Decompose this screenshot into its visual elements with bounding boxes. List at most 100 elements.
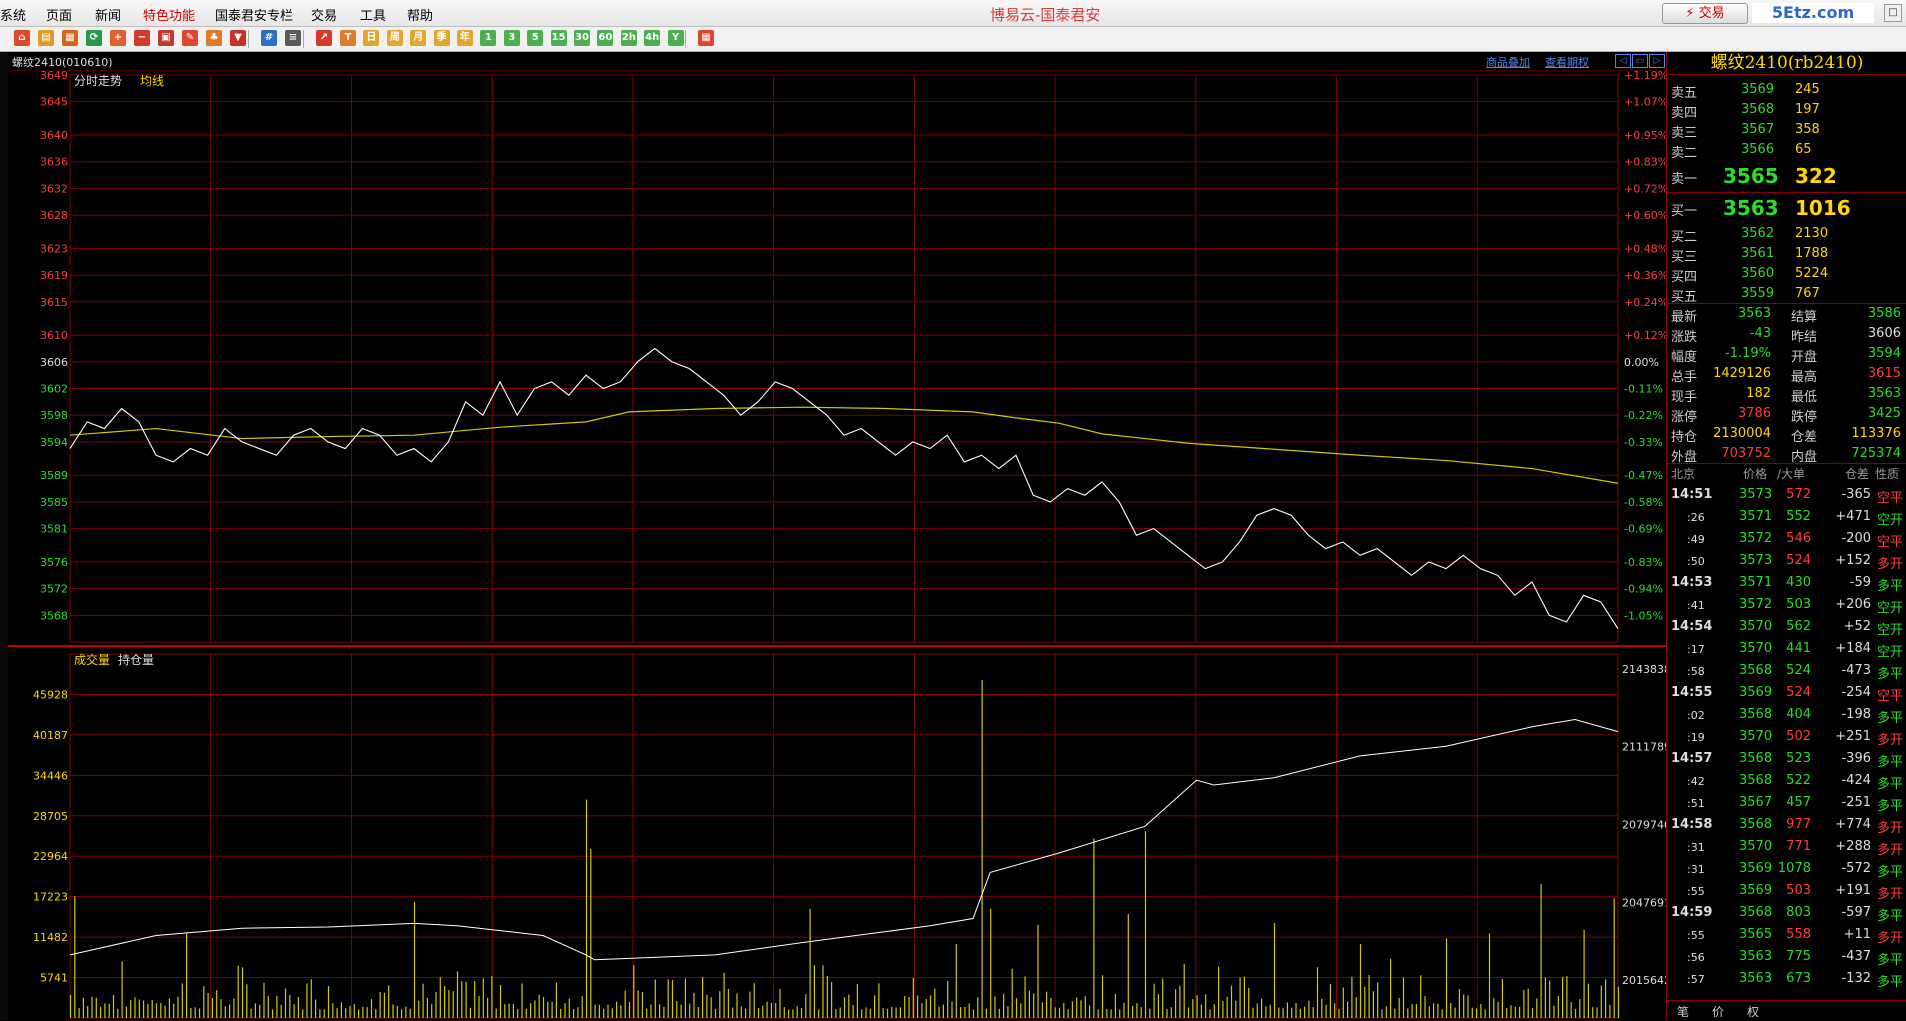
prev-icon[interactable]: ◁ bbox=[1615, 54, 1631, 68]
tick-time: :31 bbox=[1687, 863, 1705, 876]
tab-ticks[interactable]: 笔 bbox=[1677, 1003, 1689, 1020]
book-icon[interactable]: ▤ bbox=[38, 30, 54, 46]
tick-volume: 977 bbox=[1786, 817, 1811, 832]
menu-help[interactable]: 帮助 bbox=[407, 5, 433, 24]
tick-row[interactable]: :19 3570 502 +251 多开 bbox=[1667, 729, 1906, 751]
min30-icon[interactable]: 30 bbox=[574, 30, 590, 46]
tick-row[interactable]: 14:59 3568 803 -597 多平 bbox=[1667, 905, 1906, 927]
min60-icon[interactable]: 60 bbox=[597, 30, 614, 46]
intraday-chart[interactable]: 21:0021:3022:0022:3023:0009:3010:0011:00… bbox=[8, 70, 1666, 1020]
trend-chart-icon[interactable]: ↗ bbox=[316, 30, 332, 46]
home-icon[interactable]: ⌂ bbox=[14, 30, 30, 46]
tick-row[interactable]: :41 3572 503 +206 空开 bbox=[1667, 597, 1906, 619]
menu-news[interactable]: 新闻 bbox=[95, 5, 121, 24]
tick-row[interactable]: :56 3563 775 -437 多平 bbox=[1667, 949, 1906, 971]
price-tick-label: 3615 bbox=[40, 296, 68, 309]
ask-label: 卖五 bbox=[1671, 86, 1698, 101]
ask-row[interactable]: 卖一 3565 322 bbox=[1667, 164, 1906, 188]
tick-row[interactable]: :57 3563 673 -132 多平 bbox=[1667, 971, 1906, 993]
pct-tick-label: +0.72% bbox=[1624, 182, 1666, 195]
tick-row[interactable]: 14:57 3568 523 -396 多平 bbox=[1667, 751, 1906, 773]
tick-nature: 多平 bbox=[1877, 667, 1904, 682]
menu-tools[interactable]: 工具 bbox=[360, 5, 386, 24]
min1-icon[interactable]: 1 bbox=[480, 30, 497, 46]
menu-features[interactable]: 特色功能 bbox=[143, 5, 195, 24]
refresh-icon[interactable]: ⟳ bbox=[86, 30, 102, 46]
tick-row[interactable]: :49 3572 546 -200 空平 bbox=[1667, 531, 1906, 553]
tick-row[interactable]: :51 3567 457 -251 多平 bbox=[1667, 795, 1906, 817]
price-tick-label: 3598 bbox=[40, 409, 68, 422]
ask-volume: 197 bbox=[1795, 102, 1820, 117]
tick-volume: 803 bbox=[1786, 905, 1811, 920]
min3-icon[interactable]: 3 bbox=[503, 30, 520, 46]
tick-row[interactable]: :42 3568 522 -424 多平 bbox=[1667, 773, 1906, 795]
day-icon[interactable]: 日 bbox=[363, 30, 380, 46]
calculator-icon[interactable]: ▦ bbox=[698, 30, 714, 46]
tick-row[interactable]: :26 3571 552 +471 空开 bbox=[1667, 509, 1906, 531]
price-tick-label: 3649 bbox=[40, 70, 68, 82]
zoom-in-icon[interactable]: + bbox=[110, 30, 126, 46]
season-icon[interactable]: 季 bbox=[433, 30, 450, 46]
menu-trade[interactable]: 交易 bbox=[311, 5, 337, 24]
next-icon[interactable]: ▷ bbox=[1649, 54, 1665, 68]
ask-row[interactable]: 卖四 3568 197 bbox=[1667, 102, 1906, 122]
tick-diff: -424 bbox=[1841, 773, 1871, 788]
filter-icon[interactable]: ▼ bbox=[230, 30, 246, 46]
tick-row[interactable]: 14:58 3568 977 +774 多开 bbox=[1667, 817, 1906, 839]
stats-divider bbox=[1667, 303, 1906, 304]
min5-icon[interactable]: 5 bbox=[527, 30, 544, 46]
pencil-icon[interactable]: ✎ bbox=[182, 30, 198, 46]
tick-icon[interactable]: T bbox=[340, 30, 356, 46]
tick-row[interactable]: :58 3568 524 -473 多平 bbox=[1667, 663, 1906, 685]
trade-button[interactable]: ⚡ 交易 bbox=[1662, 3, 1748, 24]
tick-row[interactable]: 14:53 3571 430 -59 多平 bbox=[1667, 575, 1906, 597]
tick-row[interactable]: :50 3573 524 +152 多开 bbox=[1667, 553, 1906, 575]
bid-row[interactable]: 买二 3562 2130 bbox=[1667, 226, 1906, 246]
overlay-commodity-link[interactable]: 商品叠加 bbox=[1486, 54, 1530, 70]
bid-row[interactable]: 买四 3560 5224 bbox=[1667, 266, 1906, 286]
news-icon[interactable]: ▦ bbox=[62, 30, 78, 46]
year-icon[interactable]: 年 bbox=[457, 30, 473, 46]
week-icon[interactable]: 周 bbox=[386, 30, 403, 46]
view-options-link[interactable]: 查看期权 bbox=[1545, 54, 1589, 70]
restore-icon[interactable]: ▭ bbox=[1632, 54, 1648, 68]
tick-row[interactable]: :17 3570 441 +184 空开 bbox=[1667, 641, 1906, 663]
hour4-icon[interactable]: 4h bbox=[644, 30, 661, 46]
ask-row[interactable]: 卖二 3566 65 bbox=[1667, 142, 1906, 162]
tick-row[interactable]: :31 3570 771 +288 多开 bbox=[1667, 839, 1906, 861]
bid-row[interactable]: 买一 3563 1016 bbox=[1667, 196, 1906, 220]
hour2-icon[interactable]: 2h bbox=[620, 30, 637, 46]
maximize-icon[interactable]: □ bbox=[1884, 4, 1902, 22]
tick-row[interactable]: :02 3568 404 -198 多平 bbox=[1667, 707, 1906, 729]
tick-row[interactable]: 14:54 3570 562 +52 空开 bbox=[1667, 619, 1906, 641]
volume-tick-label: 45928 bbox=[33, 688, 68, 701]
menu-page[interactable]: 页面 bbox=[46, 5, 72, 24]
tick-volume: 523 bbox=[1786, 751, 1811, 766]
tick-row[interactable]: 14:51 3573 572 -365 空平 bbox=[1667, 487, 1906, 509]
month-icon[interactable]: 月 bbox=[410, 30, 427, 46]
tick-nature: 多开 bbox=[1877, 843, 1904, 858]
tab-rights[interactable]: 权 bbox=[1747, 1003, 1759, 1020]
tick-row[interactable]: :55 3565 558 +11 多开 bbox=[1667, 927, 1906, 949]
custom-period-icon[interactable]: Y bbox=[667, 30, 684, 46]
zoom-out-icon[interactable]: − bbox=[134, 30, 150, 46]
tick-volume: 572 bbox=[1786, 487, 1811, 502]
window-icon[interactable]: ▣ bbox=[158, 30, 174, 46]
tick-row[interactable]: :55 3569 503 +191 多开 bbox=[1667, 883, 1906, 905]
list-icon[interactable]: ≡ bbox=[285, 30, 301, 46]
menu-gtja-column[interactable]: 国泰君安专栏 bbox=[215, 5, 293, 24]
bid-row[interactable]: 买三 3561 1788 bbox=[1667, 246, 1906, 266]
tick-row[interactable]: 14:55 3569 524 -254 空平 bbox=[1667, 685, 1906, 707]
tab-price[interactable]: 价 bbox=[1712, 1003, 1724, 1020]
ask-row[interactable]: 卖五 3569 245 bbox=[1667, 82, 1906, 102]
ask-row[interactable]: 卖三 3567 358 bbox=[1667, 122, 1906, 142]
tick-price: 3569 bbox=[1739, 861, 1773, 876]
menu-system[interactable]: 系统 bbox=[0, 5, 26, 24]
grid-icon[interactable]: # bbox=[261, 30, 277, 46]
tick-volume: 430 bbox=[1786, 575, 1811, 590]
tick-row[interactable]: :31 3569 1078 -572 多平 bbox=[1667, 861, 1906, 883]
pct-tick-label: +0.95% bbox=[1624, 129, 1666, 142]
stat-value: 703752 bbox=[1721, 446, 1771, 461]
paint-icon[interactable]: ♣ bbox=[206, 30, 222, 46]
min15-icon[interactable]: 15 bbox=[550, 30, 567, 46]
